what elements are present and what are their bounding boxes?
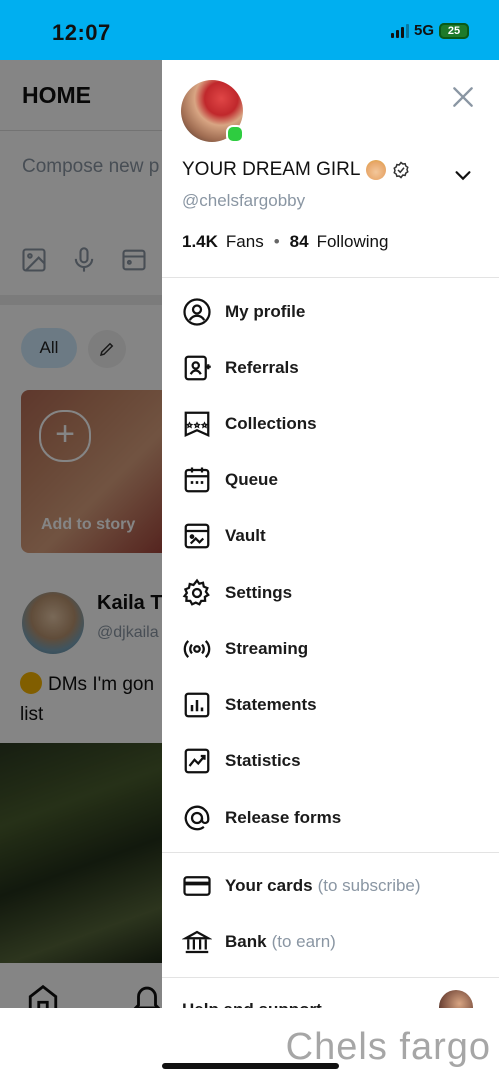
dim-overlay[interactable] (0, 60, 162, 1008)
following-label[interactable]: Following (317, 232, 389, 252)
verified-badge-icon (393, 161, 410, 179)
menu-vault[interactable]: Vault (182, 516, 482, 556)
profile-username: @chelsfargobby (182, 191, 306, 210)
bank-icon (182, 930, 212, 954)
drawer-divider (162, 977, 499, 978)
card-icon (183, 876, 211, 896)
menu-statements[interactable]: Statements (182, 685, 482, 725)
at-icon (184, 805, 210, 831)
gear-icon (182, 578, 210, 606)
menu-help-and-support[interactable]: Help and support (182, 1000, 322, 1008)
user-circle-icon (183, 298, 211, 326)
home-indicator[interactable] (162, 1063, 339, 1069)
close-icon[interactable] (450, 84, 476, 110)
status-indicators: 5G 25 (390, 22, 469, 39)
signal-icon (390, 23, 409, 38)
menu-referrals[interactable]: Referrals (182, 348, 482, 388)
following-count[interactable]: 84 (290, 232, 309, 252)
drawer-divider (162, 852, 499, 853)
broadcast-icon (183, 640, 211, 658)
menu-your-cards[interactable]: Your cards (to subscribe) (182, 866, 482, 906)
statistics-icon (184, 748, 210, 774)
fans-label[interactable]: Fans (226, 232, 264, 252)
drawer-divider (162, 277, 499, 278)
profile-stats: 1.4K Fans • 84 Following (182, 232, 388, 252)
princess-emoji-icon (366, 160, 387, 180)
network-type: 5G (413, 22, 434, 39)
tab-profile-avatar[interactable] (439, 990, 473, 1008)
menu-statistics[interactable]: Statistics (182, 741, 482, 781)
status-bar: 12:07 5G 25 (0, 0, 499, 60)
referral-icon (184, 355, 211, 381)
menu-release-forms[interactable]: Release forms (182, 798, 482, 838)
battery-icon: 25 (439, 22, 469, 39)
menu-streaming[interactable]: Streaming (182, 629, 482, 669)
menu-my-profile[interactable]: My profile (182, 292, 482, 332)
profile-display-name[interactable]: YOUR DREAM GIRL (182, 159, 410, 181)
statements-icon (184, 692, 210, 718)
status-time: 12:07 (52, 20, 111, 45)
menu-collections[interactable]: Collections (182, 404, 482, 444)
stats-separator: • (273, 232, 280, 251)
menu-queue[interactable]: Queue (182, 460, 482, 500)
menu-settings[interactable]: Settings (182, 573, 482, 613)
side-drawer: YOUR DREAM GIRL @chelsfargobby 1.4K Fans… (162, 60, 499, 1008)
collections-icon (184, 411, 210, 437)
menu-bank[interactable]: Bank (to earn) (182, 922, 482, 962)
online-status-dot (226, 125, 244, 143)
fans-count[interactable]: 1.4K (182, 232, 218, 252)
calendar-icon (184, 467, 210, 493)
chevron-down-icon[interactable] (452, 164, 474, 186)
vault-icon (184, 523, 210, 549)
